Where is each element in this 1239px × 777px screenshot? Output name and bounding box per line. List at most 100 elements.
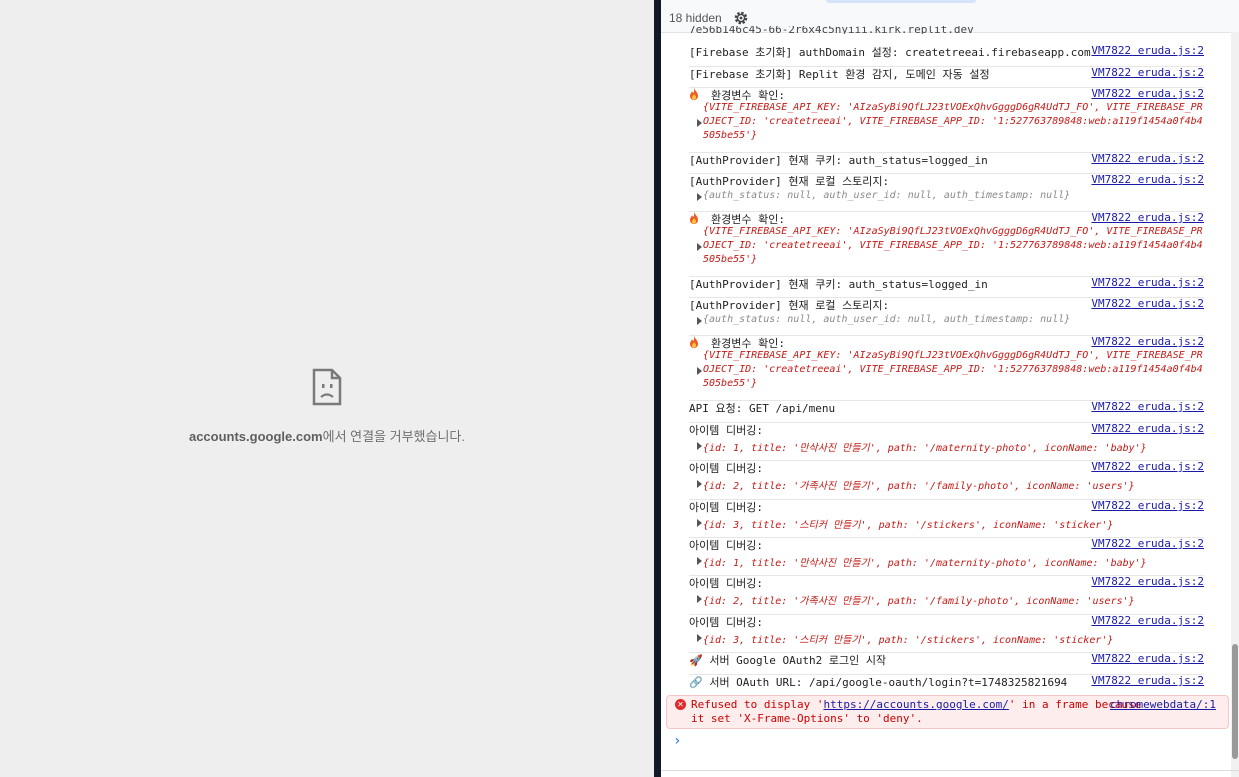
gear-icon[interactable]	[733, 10, 749, 26]
log-object-preview[interactable]: {VITE_FIREBASE_API_KEY: 'AIzaSyBi9QfLJ23…	[703, 226, 1203, 237]
expand-triangle-icon[interactable]	[697, 442, 702, 450]
log-object-preview[interactable]: {VITE_FIREBASE_API_KEY: 'AIzaSyBi9QfLJ23…	[703, 350, 1203, 361]
log-source-link[interactable]: VM7822 eruda.js:2	[1091, 87, 1204, 100]
fire-icon	[689, 88, 699, 100]
log-object-preview[interactable]: {id: 3, title: '스티커 만들기', path: '/sticke…	[703, 516, 1203, 531]
log-object-preview[interactable]: {id: 3, title: '스티커 만들기', path: '/sticke…	[703, 631, 1203, 646]
expand-triangle-icon[interactable]	[697, 367, 702, 375]
console-error-message: ✕ Refused to display 'https://accounts.g…	[666, 695, 1229, 729]
expand-triangle-icon[interactable]	[697, 193, 702, 201]
hidden-messages-count[interactable]: 18 hidden	[669, 11, 722, 25]
log-object-preview[interactable]: {auth_status: null, auth_user_id: null, …	[703, 190, 1203, 201]
pane-divider[interactable]	[654, 0, 661, 777]
console-log-row: [AuthProvider] 현재 쿠키: auth_status=logged…	[689, 152, 1204, 174]
connection-refused-message: accounts.google.com에서 연결을 거부했습니다.	[0, 426, 654, 445]
expand-triangle-icon[interactable]	[697, 519, 702, 527]
refused-domain: accounts.google.com	[188, 429, 323, 444]
log-object-preview[interactable]: 505be55'}	[703, 130, 1203, 141]
log-object-preview[interactable]: OJECT_ID: 'createtreeai', VITE_FIREBASE_…	[703, 116, 1203, 127]
error-line-2: it set 'X-Frame-Options' to 'deny'.	[691, 712, 923, 725]
log-source-link[interactable]: VM7822 eruda.js:2	[1091, 674, 1204, 687]
error-icon: ✕	[675, 699, 686, 710]
console-log-row: 아이템 디버깅: VM7822 eruda.js:2 {id: 3, title: …	[689, 614, 1204, 653]
console-log-row: [AuthProvider] 현재 쿠키: auth_status=logged…	[689, 276, 1204, 298]
log-object-preview[interactable]: {id: 2, title: '가족사진 만들기', path: '/famil…	[703, 477, 1203, 492]
log-message: [AuthProvider] 현재 로컬 스토리지:	[689, 299, 890, 312]
expand-triangle-icon[interactable]	[697, 480, 702, 488]
log-message: [AuthProvider] 현재 로컬 스토리지:	[689, 175, 890, 188]
log-message: 아이템 디버깅:	[689, 424, 763, 437]
log-object-preview[interactable]: {auth_status: null, auth_user_id: null, …	[703, 314, 1203, 325]
log-object-preview[interactable]: 505be55'}	[703, 378, 1203, 389]
console-log-row: API 요청: GET /api/menu VM7822 eruda.js:2	[689, 400, 1204, 423]
console-log-row: [Firebase 초기화] authDomain 설정: createtree…	[689, 44, 1204, 67]
log-message: 환경변수 확인:	[711, 89, 785, 102]
log-message: 환경변수 확인:	[711, 213, 785, 226]
error-url-link[interactable]: https://accounts.google.com/	[823, 698, 1008, 711]
blocked-frame-page: accounts.google.com에서 연결을 거부했습니다.	[0, 0, 654, 777]
log-message: 🚀 서버 Google OAuth2 로그인 시작	[689, 654, 887, 667]
error-line-1: Refused to display 'https://accounts.goo…	[691, 698, 1142, 711]
refused-suffix: 에서 연결을 거부했습니다.	[322, 429, 466, 444]
expand-triangle-icon[interactable]	[697, 595, 702, 603]
log-source-link[interactable]: VM7822 eruda.js:2	[1091, 66, 1204, 79]
active-tab-indicator	[826, 0, 976, 3]
sad-document-icon	[312, 368, 342, 406]
console-prompt[interactable]: ›	[673, 733, 681, 749]
fire-icon	[689, 212, 699, 224]
console-log-row: [AuthProvider] 현재 로컬 스토리지: VM7822 eruda.j…	[689, 173, 1204, 212]
log-source-link[interactable]: VM7822 eruda.js:2	[1091, 537, 1204, 550]
log-object-preview[interactable]: 505be55'}	[703, 254, 1203, 265]
log-source-link[interactable]: VM7822 eruda.js:2	[1091, 400, 1204, 413]
console-log-row: 아이템 디버깅: VM7822 eruda.js:2 {id: 1, title: …	[689, 537, 1204, 576]
log-message: API 요청: GET /api/menu	[689, 402, 836, 415]
log-object-preview[interactable]: OJECT_ID: 'createtreeai', VITE_FIREBASE_…	[703, 364, 1203, 375]
log-source-link[interactable]: VM7822 eruda.js:2	[1091, 44, 1204, 57]
log-source-link[interactable]: VM7822 eruda.js:2	[1091, 652, 1204, 665]
scrollbar-thumb[interactable]	[1232, 644, 1238, 759]
log-source-link[interactable]: VM7822 eruda.js:2	[1091, 297, 1204, 310]
log-message: 아이템 디버깅:	[689, 501, 763, 514]
console-panel: 18 hidden 7e56b146c45-66-2r6x4c5nyiii.ki…	[661, 0, 1239, 777]
expand-triangle-icon[interactable]	[697, 317, 702, 325]
console-log-row: 아이템 디버깅: VM7822 eruda.js:2 {id: 2, title: …	[689, 460, 1204, 500]
truncated-log-line: 7e56b146c45-66-2r6x4c5nyiii.kirk.replit.…	[689, 26, 974, 34]
log-source-link[interactable]: VM7822 eruda.js:2	[1091, 460, 1204, 473]
log-message: 환경변수 확인:	[711, 337, 785, 350]
log-message: 아이템 디버깅:	[689, 462, 763, 475]
console-log-row: [Firebase 초기화] Replit 환경 감지, 도메인 자동 설정 VM…	[689, 66, 1204, 88]
log-object-preview[interactable]: {id: 1, title: '만삭사진 만들기', path: '/mater…	[703, 439, 1203, 454]
log-message: 🔗 서버 OAuth URL: /api/google-oauth/login?…	[689, 676, 1068, 689]
log-source-link[interactable]: VM7822 eruda.js:2	[1091, 575, 1204, 588]
expand-triangle-icon[interactable]	[697, 119, 702, 127]
log-source-link[interactable]: VM7822 eruda.js:2	[1091, 422, 1204, 435]
fire-icon	[689, 336, 699, 348]
console-log-row: 아이템 디버깅: VM7822 eruda.js:2 {id: 2, title: …	[689, 575, 1204, 615]
log-message: [AuthProvider] 현재 쿠키: auth_status=logged…	[689, 154, 988, 167]
console-log-row: [AuthProvider] 현재 로컬 스토리지: VM7822 eruda.j…	[689, 297, 1204, 336]
log-source-link[interactable]: VM7822 eruda.js:2	[1091, 152, 1204, 165]
log-object-preview[interactable]: OJECT_ID: 'createtreeai', VITE_FIREBASE_…	[703, 240, 1203, 251]
log-source-link[interactable]: VM7822 eruda.js:2	[1091, 211, 1204, 224]
log-object-preview[interactable]: {VITE_FIREBASE_API_KEY: 'AIzaSyBi9QfLJ23…	[703, 102, 1203, 113]
log-message: [AuthProvider] 현재 쿠키: auth_status=logged…	[689, 278, 988, 291]
console-log-row: 환경변수 확인: VM7822 eruda.js:2 {VITE_FIREBASE_…	[689, 87, 1204, 153]
log-message: [Firebase 초기화] authDomain 설정: createtree…	[689, 46, 1091, 59]
console-log-row: 환경변수 확인: VM7822 eruda.js:2 {VITE_FIREBASE_…	[689, 335, 1204, 401]
expand-triangle-icon[interactable]	[697, 243, 702, 251]
panel-bottom-border	[661, 770, 1239, 771]
log-message: 아이템 디버깅:	[689, 539, 763, 552]
log-source-link[interactable]: VM7822 eruda.js:2	[1091, 499, 1204, 512]
expand-triangle-icon[interactable]	[697, 634, 702, 642]
log-source-link[interactable]: VM7822 eruda.js:2	[1091, 276, 1204, 289]
log-source-link[interactable]: VM7822 eruda.js:2	[1091, 335, 1204, 348]
log-object-preview[interactable]: {id: 2, title: '가족사진 만들기', path: '/famil…	[703, 592, 1203, 607]
expand-triangle-icon[interactable]	[697, 557, 702, 565]
log-source-link[interactable]: VM7822 eruda.js:2	[1091, 173, 1204, 186]
console-log-row: 아이템 디버깅: VM7822 eruda.js:2 {id: 1, title: …	[689, 422, 1204, 461]
log-object-preview[interactable]: {id: 1, title: '만삭사진 만들기', path: '/mater…	[703, 554, 1203, 569]
error-source-link[interactable]: chromewebdata/:1	[1110, 698, 1216, 711]
log-source-link[interactable]: VM7822 eruda.js:2	[1091, 614, 1204, 627]
log-message: 아이템 디버깅:	[689, 577, 763, 590]
console-scrollbar[interactable]	[1231, 32, 1239, 777]
